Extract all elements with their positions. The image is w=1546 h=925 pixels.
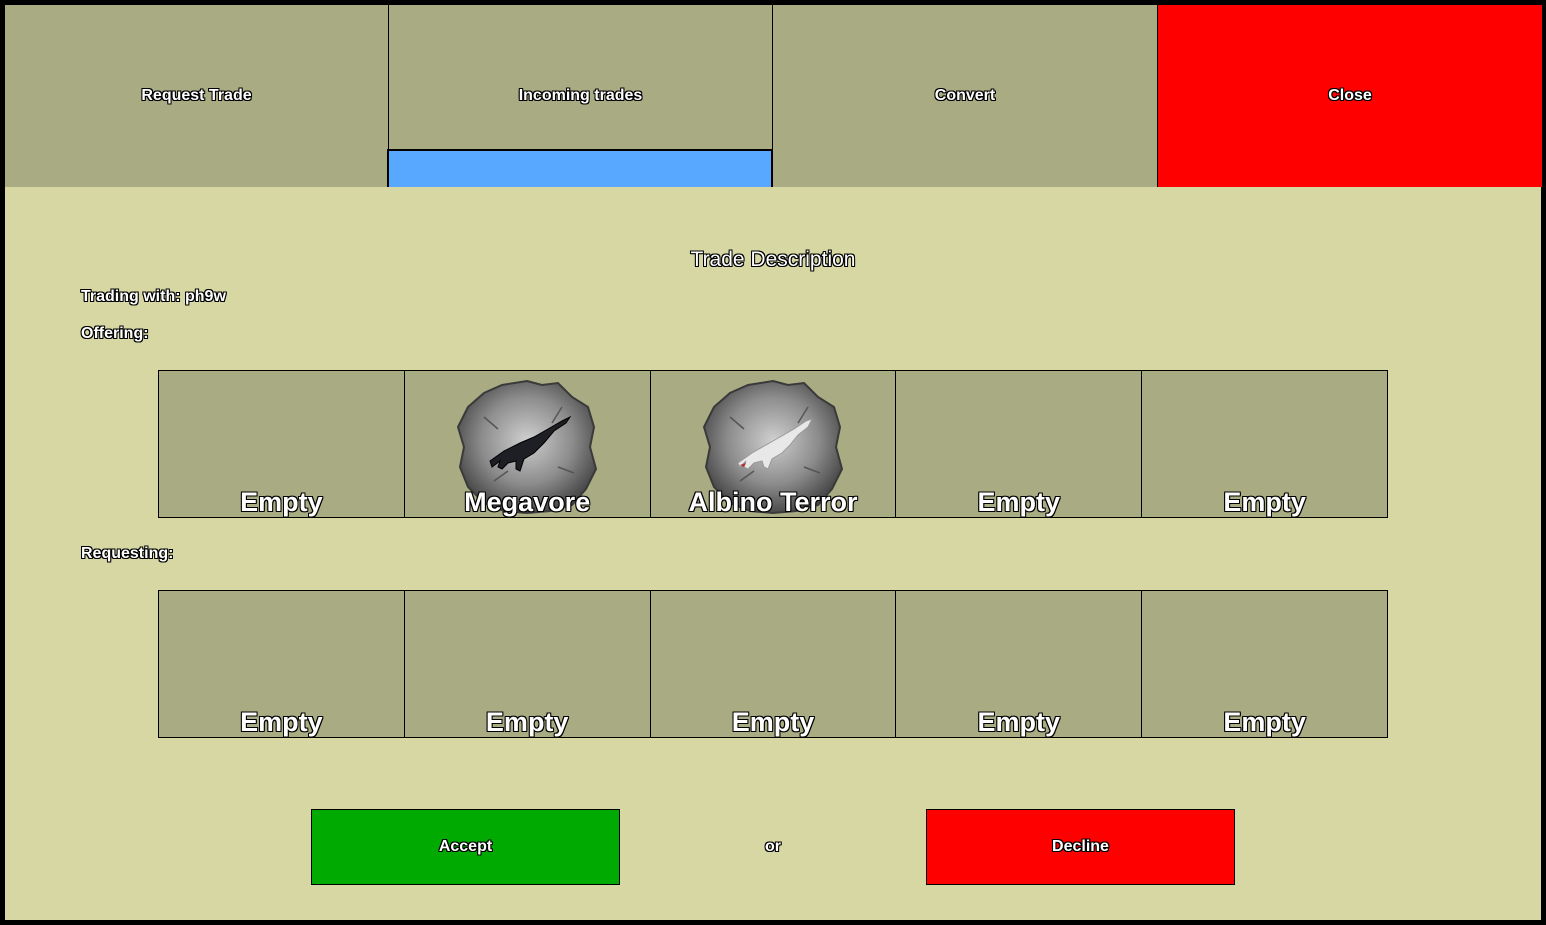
trading-with-label: Trading with: ph9w (81, 288, 226, 305)
requesting-slot-4[interactable]: Empty (896, 591, 1143, 737)
tab-incoming-trades-label: Incoming trades (518, 87, 643, 104)
requesting-slot-2[interactable]: Empty (404, 591, 651, 737)
offering-label: Offering: (81, 325, 149, 342)
offering-slot-3[interactable]: Albino Terror (650, 371, 897, 517)
offering-slot-1[interactable]: Empty (159, 371, 405, 517)
tab-request-trade[interactable]: Request Trade (5, 5, 389, 187)
offering-slot-5[interactable]: Empty (1142, 371, 1387, 517)
close-button[interactable]: Close (1157, 5, 1542, 187)
slot-name: Empty (977, 707, 1061, 737)
close-button-label: Close (1328, 87, 1372, 104)
slot-name: Megavore (464, 487, 591, 517)
page-title: Trade Description (690, 248, 856, 271)
requesting-grid: Empty Empty Empty Empty Empty (158, 590, 1388, 738)
slot-name: Empty (1223, 707, 1306, 737)
slot-name: Albino Terror (688, 487, 858, 517)
offering-slot-4[interactable]: Empty (896, 371, 1143, 517)
requesting-slot-3[interactable]: Empty (650, 591, 897, 737)
active-tab-indicator (387, 149, 773, 187)
slot-name: Empty (731, 707, 815, 737)
slot-name: Empty (240, 487, 323, 517)
tab-convert[interactable]: Convert (773, 5, 1157, 187)
slot-name: Empty (485, 707, 569, 737)
tab-convert-label: Convert (934, 87, 996, 104)
trade-window: Request Trade Incoming trades Convert Cl… (5, 5, 1542, 920)
offering-slot-2[interactable]: Megavore (404, 371, 651, 517)
or-separator: or (765, 838, 781, 855)
slot-name: Empty (977, 487, 1061, 517)
offering-grid: Empty Megavore Albino Terror Empty Empty (158, 370, 1388, 518)
slot-name: Empty (240, 707, 323, 737)
requesting-slot-1[interactable]: Empty (159, 591, 405, 737)
requesting-slot-5[interactable]: Empty (1142, 591, 1387, 737)
tab-request-trade-label: Request Trade (141, 87, 252, 104)
requesting-label: Requesting: (81, 545, 174, 562)
decline-button[interactable]: Decline (926, 809, 1235, 885)
decline-button-label: Decline (1052, 838, 1109, 855)
slot-name: Empty (1223, 487, 1306, 517)
